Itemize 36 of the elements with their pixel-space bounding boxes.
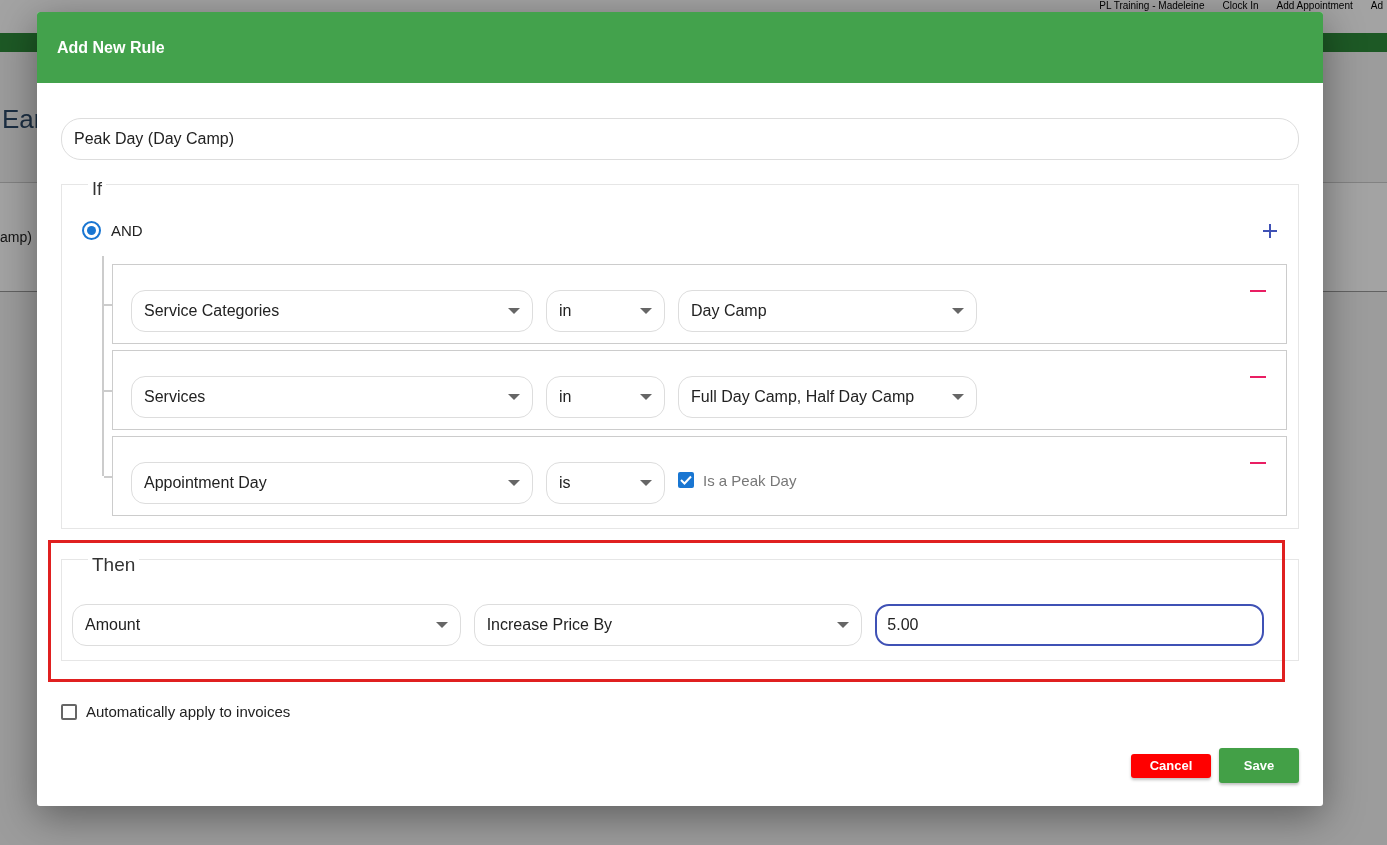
header-link[interactable]: PL Training - Madeleine xyxy=(1099,0,1205,11)
field-select[interactable]: Services xyxy=(131,376,533,418)
radio-button[interactable] xyxy=(82,221,101,240)
add-icon[interactable] xyxy=(1262,222,1278,239)
field-select[interactable]: Service Categories xyxy=(131,290,533,332)
caret-icon xyxy=(952,394,964,400)
caret-icon xyxy=(435,622,448,628)
header-link[interactable]: Ad xyxy=(1370,0,1383,11)
table-cell: amp) xyxy=(0,229,32,245)
value-select[interactable]: Full Day Camp, Half Day Camp xyxy=(678,376,977,418)
cancel-button[interactable]: Cancel xyxy=(1131,753,1211,778)
type-select[interactable]: Amount xyxy=(72,604,461,646)
checkbox[interactable] xyxy=(678,472,694,488)
action-select[interactable]: Increase Price By xyxy=(473,604,863,646)
caret-icon xyxy=(837,622,850,628)
operator-select[interactable]: in xyxy=(546,376,665,418)
checkbox[interactable] xyxy=(61,703,77,720)
value-select[interactable]: Day Camp xyxy=(678,290,977,332)
header-link[interactable]: Add Appointment xyxy=(1276,0,1353,11)
caret-icon xyxy=(508,480,520,486)
and-radio-option[interactable]: AND xyxy=(82,221,143,240)
peak-day-checkbox-option[interactable]: Is a Peak Day xyxy=(678,471,797,489)
operator-select[interactable]: is xyxy=(546,462,665,504)
caret-icon xyxy=(640,480,652,486)
amount-field[interactable]: 5.00 xyxy=(875,604,1264,646)
operator-select[interactable]: in xyxy=(546,290,665,332)
caret-icon xyxy=(640,308,652,314)
auto-apply-option[interactable]: Automatically apply to invoices xyxy=(61,703,1299,720)
dialog-title: Add New Rule xyxy=(57,38,165,57)
caret-icon xyxy=(508,308,520,314)
caret-icon xyxy=(640,394,652,400)
caret-icon xyxy=(508,394,520,400)
caret-icon xyxy=(952,308,964,314)
header-link[interactable]: Clock In xyxy=(1222,0,1259,11)
field-select[interactable]: Appointment Day xyxy=(131,462,533,504)
rule-name-field[interactable]: Peak Day (Day Camp) xyxy=(61,118,1299,160)
